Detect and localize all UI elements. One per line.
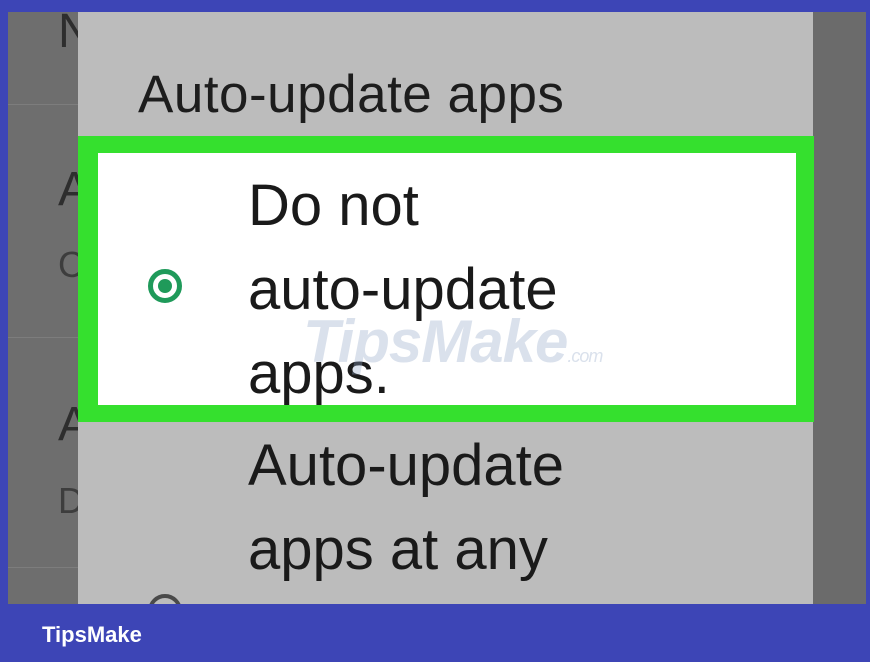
bg-divider — [8, 567, 88, 568]
dimmed-overlay — [813, 12, 866, 604]
watermark: TipsMake.com — [303, 307, 603, 376]
phone-screen: N A C A D Auto-update apps Do not auto-u… — [8, 12, 866, 604]
watermark-text: TipsMake — [303, 308, 568, 375]
radio-selected-icon[interactable] — [148, 269, 182, 303]
bg-divider — [8, 337, 88, 338]
footer-bar: TipsMake — [0, 604, 870, 662]
brand-logo: TipsMake — [42, 622, 142, 647]
option-label[interactable]: Do not auto-update apps. — [248, 164, 558, 416]
bg-divider — [8, 104, 88, 105]
watermark-suffix: .com — [567, 346, 603, 366]
option-label[interactable]: Auto-update apps at any time. Data — [248, 424, 564, 604]
dialog-title: Auto-update apps — [138, 65, 565, 124]
